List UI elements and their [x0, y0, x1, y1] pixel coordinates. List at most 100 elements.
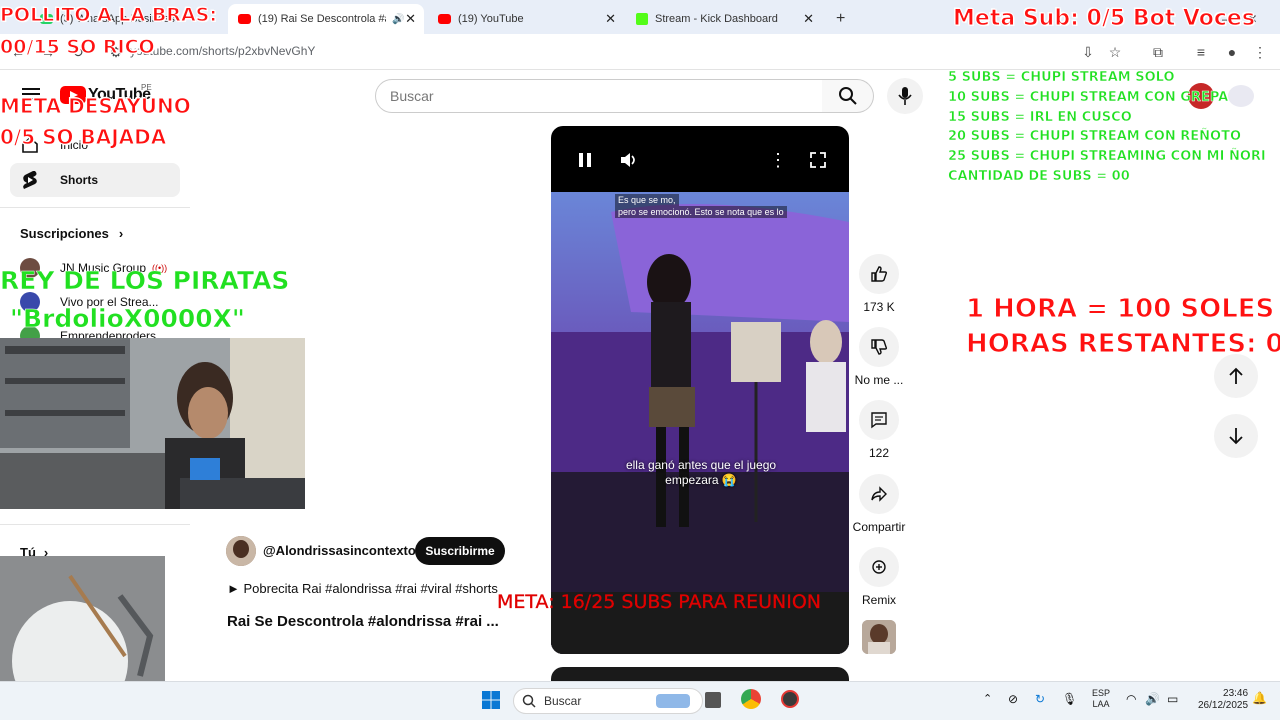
- search-icon: [838, 87, 857, 105]
- sidebar-item-shorts[interactable]: Shorts: [10, 163, 180, 197]
- tab-label: (19) YouTube: [458, 13, 524, 25]
- overlay-pollito-line-2: 00/15 SO RICO: [0, 36, 155, 58]
- bookmark-star-icon[interactable]: ☆: [1107, 44, 1123, 60]
- voice-search-button[interactable]: [887, 78, 923, 114]
- subscriptions-label: Suscripciones: [20, 226, 109, 241]
- tab-rai-short[interactable]: (19) Rai Se Descontrola #alo 🔊 ✕: [228, 4, 424, 34]
- shorts-icon: [20, 170, 40, 190]
- video-caption-top-2: pero se emocionó. Esto se nota que es lo: [615, 206, 787, 218]
- arrow-up-icon: [1229, 367, 1243, 384]
- tray-sync-icon[interactable]: ↻: [1035, 692, 1045, 706]
- install-app-icon[interactable]: ⇩: [1080, 44, 1096, 60]
- url-text[interactable]: youtube.com/shorts/p2xbvNevGhY: [130, 44, 315, 58]
- overlay-rey-line-1: REY DE LOS PIRATAS: [0, 266, 290, 295]
- goal-line: 5 SUBS = CHUPI STREAM SOLO: [948, 70, 1175, 85]
- taskbar-search[interactable]: Buscar: [513, 688, 703, 714]
- sidebar-divider: [0, 207, 190, 208]
- share-button[interactable]: Compartir: [852, 474, 906, 534]
- chevron-right-icon: ›: [118, 226, 124, 241]
- address-bar: ← → ↻ ⚙ youtube.com/shorts/p2xbvNevGhY ⇩…: [0, 34, 1280, 70]
- overlay-meta-reunion: META: 16/25 SUBS PARA REUNION: [497, 591, 822, 613]
- overlay-horas-restantes: HORAS RESTANTES: 00: [966, 329, 1280, 359]
- tray-chevron-icon[interactable]: ⌃: [983, 692, 992, 705]
- battery-icon[interactable]: ▭: [1167, 692, 1178, 706]
- overlay-pollito-line-1: POLLITO A LA BRAS:: [0, 4, 217, 26]
- overlay-meta-sub: Meta Sub: 0/5 Bot Voces: [953, 6, 1256, 31]
- goal-line: 10 SUBS = CHUPI STREAM CON GREPA: [948, 89, 1229, 105]
- video-caption-bottom: ella ganó antes que el juego empezara 😭: [625, 458, 777, 487]
- comments-button[interactable]: 122: [852, 400, 906, 460]
- close-tab-icon[interactable]: ✕: [605, 11, 616, 27]
- tray-app-icon[interactable]: ⊘: [1008, 692, 1018, 706]
- search-input[interactable]: Buscar: [375, 79, 823, 113]
- goal-line: 20 SUBS = CHUPI STREAM CON REÑOTO: [948, 129, 1242, 145]
- layout-code: LAA: [1092, 699, 1110, 709]
- share-icon: [859, 474, 899, 514]
- wifi-icon[interactable]: ◠: [1126, 692, 1136, 706]
- notification-bell-icon[interactable]: 🔔: [1252, 691, 1267, 705]
- obs-icon[interactable]: [781, 690, 799, 708]
- dislike-button[interactable]: No me ...: [852, 327, 906, 387]
- video-frame[interactable]: Es que se mo, pero se emocionó. Esto se …: [551, 192, 849, 654]
- search-button[interactable]: [822, 79, 874, 113]
- profile-icon[interactable]: ●: [1224, 44, 1240, 60]
- shorts-player[interactable]: ⋮ Es que se mo, pero se emocionó. Esto s…: [551, 126, 849, 654]
- short-description[interactable]: ► Pobrecita Rai #alondrissa #rai #viral …: [227, 581, 498, 596]
- subscriptions-heading[interactable]: Suscripciones ›: [20, 226, 123, 241]
- close-tab-icon[interactable]: ✕: [803, 11, 814, 27]
- extensions-icon[interactable]: ⧉: [1150, 44, 1166, 60]
- new-tab-button[interactable]: +: [826, 4, 856, 34]
- mic-icon: [898, 87, 912, 105]
- webcam-feed: [0, 338, 305, 509]
- previous-short-button[interactable]: [1214, 354, 1258, 398]
- clock-date: 26/12/2025: [1198, 700, 1249, 711]
- sidebar-divider: [0, 524, 190, 525]
- tab-youtube[interactable]: (19) YouTube ✕: [428, 4, 624, 34]
- like-count: 173 K: [863, 300, 895, 314]
- taskbar-search-label: Buscar: [544, 694, 582, 708]
- more-options-icon[interactable]: ⋮: [768, 150, 788, 170]
- overlay-sub-goals: 5 SUBS = CHUPI STREAM SOLO 10 SUBS = CHU…: [948, 68, 1266, 187]
- overlay-desayuno-line-1: META DESAYUNO: [0, 94, 191, 118]
- tab-label: Stream - Kick Dashboard: [655, 13, 778, 25]
- thumbs-down-icon: [859, 327, 899, 367]
- comment-icon: [859, 400, 899, 440]
- short-title[interactable]: Rai Se Descontrola #alondrissa #rai ...: [227, 613, 499, 630]
- subscribe-button[interactable]: Suscribirme: [415, 537, 505, 565]
- next-short-button[interactable]: [1214, 414, 1258, 458]
- pause-icon[interactable]: [575, 150, 595, 170]
- dislike-label: No me ...: [854, 373, 904, 387]
- close-tab-icon[interactable]: ✕: [405, 11, 416, 27]
- video-caption-top-1: Es que se mo,: [615, 194, 679, 206]
- search-icon: [522, 694, 536, 708]
- remix-button[interactable]: Remix: [852, 547, 906, 607]
- sidebar-label: Shorts: [60, 173, 99, 187]
- channel-avatar[interactable]: [226, 536, 256, 566]
- overlay-hora-price: 1 HORA = 100 SOLES: [965, 294, 1275, 324]
- channel-name[interactable]: @Alondrissasincontexto: [263, 543, 416, 558]
- language-indicator[interactable]: ESP LAA: [1092, 688, 1110, 710]
- file-explorer-icon[interactable]: [705, 692, 721, 708]
- volume-icon[interactable]: [619, 150, 639, 170]
- country-code: PE: [141, 83, 152, 92]
- like-button[interactable]: 173 K: [852, 254, 906, 314]
- volume-tray-icon[interactable]: 🔊: [1145, 692, 1160, 706]
- windows-start-icon[interactable]: [481, 690, 501, 710]
- taskbar-clock[interactable]: 23:46 26/12/2025: [1198, 688, 1248, 712]
- youtube-icon: [238, 14, 251, 24]
- chrome-icon[interactable]: [741, 689, 761, 709]
- tab-kick-dashboard[interactable]: Stream - Kick Dashboard ✕: [626, 4, 822, 34]
- fullscreen-icon[interactable]: [808, 150, 828, 170]
- menu-dots-icon[interactable]: ⋮: [1252, 44, 1268, 60]
- speaker-icon[interactable]: 🔊: [392, 14, 404, 25]
- audio-source-thumbnail[interactable]: [862, 620, 896, 654]
- goal-line: 15 SUBS = IRL EN CUSCO: [948, 109, 1132, 125]
- media-control-icon[interactable]: ≡: [1193, 44, 1209, 60]
- goal-line: 25 SUBS = CHUPI STREAMING CON MI ÑORI: [948, 149, 1266, 165]
- language-code: ESP: [1092, 688, 1111, 698]
- tab-label: (19) Rai Se Descontrola #alo: [258, 13, 386, 25]
- clock-time: 23:46: [1223, 688, 1249, 699]
- goal-line: CANTIDAD DE SUBS = 00: [948, 168, 1130, 184]
- tray-mic-icon[interactable]: 🎙: [1062, 692, 1077, 706]
- kick-icon: [636, 13, 648, 25]
